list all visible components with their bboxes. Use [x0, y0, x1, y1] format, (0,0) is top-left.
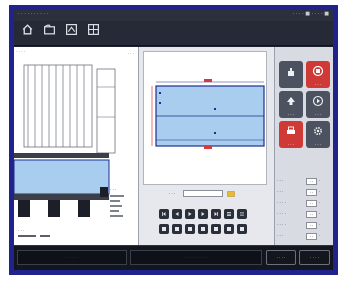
- bend-step-3-button[interactable]: [185, 224, 195, 234]
- app-frame: · · · · · · · · · · · · · · ■ · · · · ■: [9, 5, 338, 275]
- program-field[interactable]: [183, 190, 223, 197]
- part-drawing-canvas[interactable]: [143, 51, 267, 185]
- square-icon: [240, 227, 244, 231]
- status-button-2[interactable]: · · · ·: [299, 250, 330, 265]
- param-unit: ·: [319, 222, 321, 227]
- param-unit: ·: [319, 233, 321, 238]
- folder-icon: [43, 24, 55, 35]
- stop-icon: [312, 65, 324, 77]
- arrow-right-icon: [201, 212, 205, 216]
- bend-step-7-button[interactable]: [237, 224, 247, 234]
- param-row: · · · · · ·: [277, 232, 332, 241]
- param-value[interactable]: · ·: [306, 222, 317, 229]
- part-drawing: [151, 79, 265, 149]
- status-message-left: · · · · ·: [17, 250, 127, 265]
- printer-icon: [287, 126, 295, 134]
- param-label: · · · ·: [277, 200, 286, 205]
- param-row: · · · · · ·: [277, 188, 332, 197]
- bend-step-6-button[interactable]: [224, 224, 234, 234]
- file-button[interactable]: [41, 23, 57, 43]
- play-icon: [188, 212, 192, 216]
- bend-step-5-button[interactable]: [211, 224, 221, 234]
- status-message-center: · · · · · · · · ·: [130, 250, 262, 265]
- title-bar: · · · · · · · · · · · · · · ■ · · · · ■: [14, 10, 333, 21]
- start-label: · · ·: [314, 112, 322, 117]
- bend-step-4-button[interactable]: [198, 224, 208, 234]
- param-value[interactable]: · ·: [306, 233, 317, 240]
- param-unit: ·: [319, 189, 321, 194]
- print-button[interactable]: · · ·: [279, 121, 303, 148]
- part-tool-button[interactable]: [279, 61, 303, 88]
- toolbar: [14, 21, 333, 46]
- param-label: · · ·: [277, 189, 284, 194]
- status-button-1[interactable]: · · · ·: [266, 250, 296, 265]
- square-icon: [214, 227, 218, 231]
- nav-play-button[interactable]: [185, 209, 195, 219]
- part-drawing-panel: · · ·: [138, 47, 274, 245]
- param-row: · · · · · · ·: [277, 199, 332, 208]
- bend-step-1-button[interactable]: [159, 224, 169, 234]
- nav-last-button[interactable]: [211, 209, 221, 219]
- machine-readout: · · ·: [110, 187, 117, 192]
- param-label: · · · ·: [277, 211, 286, 216]
- square-icon: [188, 227, 192, 231]
- param-value[interactable]: · ·: [306, 189, 317, 196]
- stop-label: · · ·: [314, 82, 322, 87]
- drawing-icon: [65, 24, 77, 35]
- machine-footer-text: · · ·: [18, 228, 25, 233]
- machine-diagram: [14, 64, 124, 237]
- grid-icon: [87, 24, 99, 35]
- square-icon: [201, 227, 205, 231]
- control-panel: · · · · · · · · · · · · · · · · · · · · …: [274, 47, 333, 245]
- param-label: · · ·: [277, 233, 284, 238]
- home-button[interactable]: [19, 23, 35, 43]
- menu-button[interactable]: [237, 209, 247, 219]
- machine-view-panel: · · · · · · · · · · · · ·: [14, 47, 138, 245]
- nav-next-button[interactable]: [198, 209, 208, 219]
- param-label: · · · ·: [277, 222, 286, 227]
- status-bar: · · · · · · · · · · · · · · · · · · · · …: [14, 245, 333, 270]
- param-value[interactable]: · ·: [306, 211, 317, 218]
- menu-icon: [240, 212, 244, 216]
- param-unit: ·: [319, 200, 321, 205]
- param-value[interactable]: · ·: [306, 200, 317, 207]
- nav-first-button[interactable]: [159, 209, 169, 219]
- upload-icon: [287, 97, 295, 105]
- square-icon: [175, 227, 179, 231]
- param-unit: ·: [319, 178, 321, 183]
- param-unit: ·: [319, 211, 321, 216]
- drawing-button[interactable]: [63, 23, 79, 43]
- print-label: · · ·: [287, 142, 295, 147]
- settings-button[interactable]: [85, 23, 101, 43]
- arrow-left-icon: [175, 212, 179, 216]
- square-icon: [227, 227, 231, 231]
- hand-icon: [288, 68, 294, 76]
- up-button[interactable]: · · ·: [279, 91, 303, 118]
- config-label: · · ·: [314, 142, 322, 147]
- skip-forward-icon: [214, 212, 218, 216]
- param-row: · · · · · · ·: [277, 210, 332, 219]
- play-icon: [312, 95, 324, 107]
- folder-icon[interactable]: [227, 190, 235, 197]
- home-icon: [22, 24, 32, 35]
- param-label: · · ·: [277, 178, 284, 183]
- config-button[interactable]: · · ·: [306, 121, 330, 148]
- window-status: · · · · ■ · · · · ■: [292, 11, 329, 17]
- program-field-label: · · ·: [169, 191, 176, 196]
- nav-prev-button[interactable]: [172, 209, 182, 219]
- list-button[interactable]: [224, 209, 234, 219]
- param-row: · · · · · · ·: [277, 221, 332, 230]
- window-title: · · · · · · · · · ·: [18, 11, 49, 17]
- param-value[interactable]: · ·: [306, 178, 317, 185]
- up-label: · · ·: [287, 112, 295, 117]
- param-row: · · · · · ·: [277, 177, 332, 186]
- square-icon: [162, 227, 166, 231]
- list-icon: [227, 212, 231, 216]
- start-button[interactable]: · · ·: [306, 91, 330, 118]
- bend-step-2-button[interactable]: [172, 224, 182, 234]
- skip-back-icon: [162, 212, 166, 216]
- gear-icon: [313, 126, 323, 136]
- stop-button[interactable]: · · ·: [306, 61, 330, 88]
